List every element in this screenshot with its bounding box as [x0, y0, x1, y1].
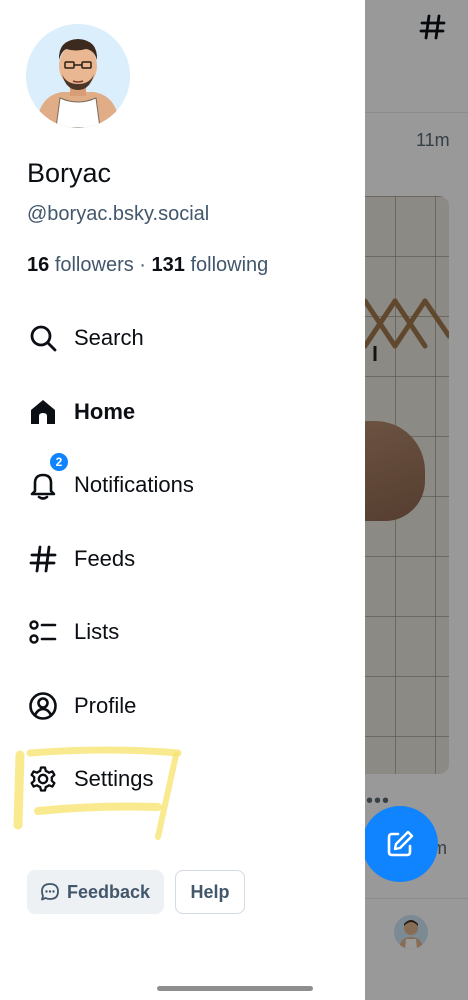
- nav-item-label: Notifications: [74, 472, 194, 497]
- nav-item-lists[interactable]: Lists: [0, 604, 340, 660]
- nav-item-profile[interactable]: Profile: [0, 678, 340, 734]
- list-icon: [27, 616, 59, 648]
- help-label: Help: [190, 881, 230, 902]
- nav-item-feeds[interactable]: Feeds: [0, 531, 340, 587]
- following-count: 131: [151, 254, 185, 276]
- followers-count: 16: [27, 254, 50, 276]
- nav-item-label: Settings: [74, 766, 154, 791]
- search-icon: [27, 322, 59, 354]
- home-icon: [27, 396, 59, 428]
- nav-item-notifications[interactable]: 2 Notifications: [0, 451, 340, 513]
- avatar[interactable]: [26, 24, 130, 128]
- display-name: Boryac: [27, 158, 112, 188]
- compose-button[interactable]: [362, 806, 438, 882]
- followers-label: followers: [54, 254, 134, 276]
- nav-item-label: Lists: [74, 619, 120, 644]
- separator: ·: [139, 254, 146, 276]
- hash-icon: [27, 543, 59, 575]
- nav-item-label: Feeds: [74, 546, 136, 571]
- navigation-drawer: Boryac @boryac.bsky.social 16 followers …: [0, 0, 365, 1000]
- user-circle-icon: [27, 690, 59, 722]
- feedback-button[interactable]: Feedback: [27, 870, 164, 914]
- notification-badge: 2: [48, 451, 70, 473]
- nav-item-home[interactable]: Home: [0, 384, 340, 440]
- nav-item-label: Home: [74, 399, 136, 424]
- nav-item-label: Profile: [74, 693, 137, 718]
- follow-stats: 16 followers · 131 following: [27, 254, 268, 277]
- nav-item-label: Search: [74, 325, 144, 350]
- chat-bubble-icon: [39, 881, 61, 903]
- user-handle: @boryac.bsky.social: [27, 203, 210, 225]
- help-button[interactable]: Help: [175, 870, 245, 914]
- bell-icon: [27, 469, 59, 501]
- feedback-label: Feedback: [67, 881, 151, 902]
- following-link[interactable]: 131 following: [152, 254, 269, 276]
- gear-icon: [27, 763, 59, 795]
- nav-item-search[interactable]: Search: [0, 310, 340, 366]
- home-indicator[interactable]: [157, 986, 313, 991]
- followers-link[interactable]: 16 followers: [27, 254, 134, 276]
- nav-item-settings[interactable]: Settings: [0, 751, 340, 807]
- compose-icon: [387, 830, 414, 857]
- following-label: following: [190, 254, 269, 276]
